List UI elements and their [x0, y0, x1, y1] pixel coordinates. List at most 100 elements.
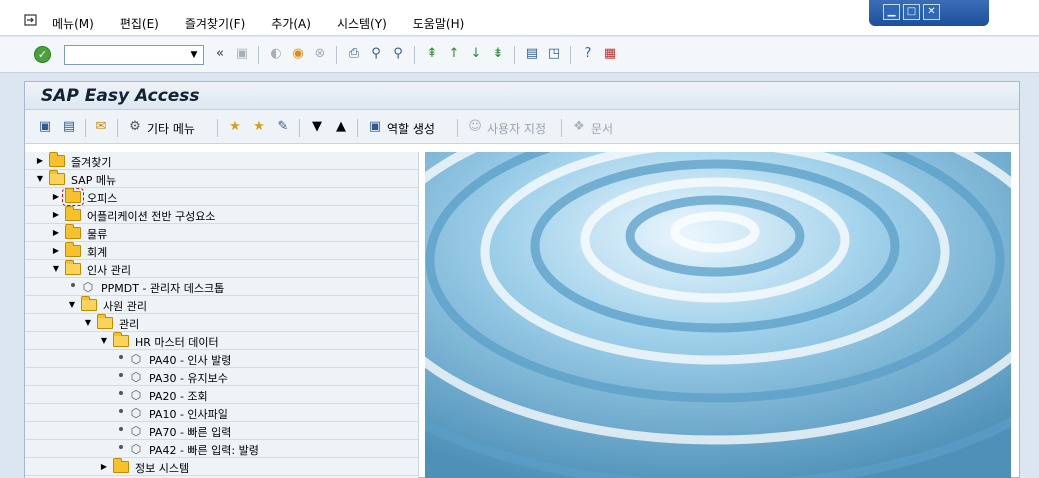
tree-transaction-node[interactable]: ⬡ PA20 - 조회 [25, 386, 418, 404]
tree-transaction-node[interactable]: ⬡ PA10 - 인사파일 [25, 404, 418, 422]
tree-folder-node[interactable]: ▶ 즐겨찾기 [25, 152, 418, 170]
new-session-icon[interactable]: ▤ [524, 46, 540, 62]
user-menu-icon[interactable]: ▣ [37, 119, 53, 135]
toolbar-separator [299, 119, 300, 137]
next-page-icon[interactable]: ↓ [468, 46, 484, 62]
toolbar-separator [357, 119, 358, 137]
other-menu-icon[interactable]: ⚙ [127, 119, 143, 135]
assign-user-icon[interactable]: ☺ [467, 119, 483, 135]
last-page-icon[interactable]: ⇟ [490, 46, 506, 62]
print-icon[interactable]: ⎙ [346, 46, 362, 62]
move-down-icon[interactable]: ▼ [309, 119, 325, 135]
collapse-arrow-icon[interactable]: ▼ [67, 299, 77, 311]
tree-node-label: PPMDT - 관리자 데스크톱 [101, 282, 225, 295]
collapse-arrow-icon[interactable]: ▼ [51, 263, 61, 275]
tree-folder-node[interactable]: ▶ 정보 시스템 [25, 458, 418, 476]
tree-node-label: 관리 [119, 318, 140, 331]
tree-transaction-node[interactable]: ⬡ PA40 - 인사 발령 [25, 350, 418, 368]
cancel-icon[interactable]: ⊗ [312, 46, 328, 62]
tree-folder-node[interactable]: ▶ 오피스 [25, 188, 418, 206]
exit-icon[interactable]: ◉ [290, 46, 306, 62]
toolbar-separator [117, 119, 118, 137]
collapse-icon[interactable]: « [212, 46, 228, 62]
delete-favorite-icon[interactable]: ★ [251, 119, 267, 135]
help-icon[interactable]: ? [580, 46, 596, 62]
business-workplace-icon[interactable]: ✉ [93, 119, 109, 135]
tree-node-label: PA70 - 빠른 입력 [149, 426, 232, 439]
menu-item-2[interactable]: 즐겨찾기(F) [185, 15, 245, 32]
tree-node-label: 사원 관리 [103, 300, 147, 313]
save-icon[interactable]: ▣ [234, 46, 250, 62]
other-menu-button[interactable]: 기타 메뉴 [147, 120, 195, 137]
expand-arrow-icon[interactable]: ▶ [35, 155, 45, 167]
minimize-button[interactable]: ▁ [883, 4, 900, 20]
tree-folder-node[interactable]: ▼ 사원 관리 [25, 296, 418, 314]
folder-icon [113, 458, 129, 473]
enter-icon[interactable]: ✓ [34, 46, 51, 63]
page-title: SAP Easy Access [41, 86, 200, 106]
tree-folder-node[interactable]: ▼ 관리 [25, 314, 418, 332]
expand-arrow-icon[interactable]: ▶ [99, 461, 109, 473]
bullet-icon [119, 445, 123, 449]
add-favorite-icon[interactable]: ★ [227, 119, 243, 135]
easy-access-frame: SAP Easy Access ▣ ▤ ✉ ⚙ 기타 메뉴 ★ ★ ✎ ▼ ▲ … [24, 81, 1020, 478]
menu-item-1[interactable]: 편집(E) [120, 15, 159, 32]
layout-icon[interactable]: ▦ [602, 46, 618, 62]
chevron-down-icon[interactable]: ▼ [187, 48, 201, 62]
find-next-icon[interactable]: ⚲ [390, 46, 406, 62]
tree-folder-node[interactable]: ▼ HR 마스터 데이터 [25, 332, 418, 350]
back-icon[interactable]: ◐ [268, 46, 284, 62]
expand-arrow-icon[interactable]: ▶ [51, 245, 61, 257]
menu-item-4[interactable]: 시스템(Y) [337, 15, 387, 32]
tree-transaction-node[interactable]: ⬡ PA70 - 빠른 입력 [25, 422, 418, 440]
toolbar-separator [514, 46, 515, 64]
toolbar-separator [561, 119, 562, 137]
documentation-button[interactable]: 문서 [591, 120, 613, 137]
toolbar-separator [85, 119, 86, 137]
command-field[interactable]: ▼ [64, 45, 204, 65]
edit-favorite-icon[interactable]: ✎ [275, 119, 291, 135]
first-page-icon[interactable]: ⇞ [424, 46, 440, 62]
close-button[interactable]: ✕ [923, 4, 940, 20]
tree-folder-node[interactable]: ▶ 물류 [25, 224, 418, 242]
menu-item-3[interactable]: 추가(A) [271, 15, 311, 32]
tree-node-label: 어플리케이션 전반 구성요소 [87, 210, 216, 223]
tree-folder-node[interactable]: ▼ 인사 관리 [25, 260, 418, 278]
tree-node-label: PA20 - 조회 [149, 390, 208, 403]
create-role-button[interactable]: 역할 생성 [387, 120, 435, 137]
create-role-icon[interactable]: ▣ [367, 119, 383, 135]
window-controls: ▁ □ ✕ [869, 0, 989, 26]
bullet-icon [119, 409, 123, 413]
documentation-icon[interactable]: ❖ [571, 119, 587, 135]
folder-icon [49, 152, 65, 167]
transaction-cube-icon: ⬡ [130, 442, 142, 456]
menu-item-5[interactable]: 도움말(H) [413, 15, 465, 32]
transaction-cube-icon: ⬡ [130, 388, 142, 402]
maximize-button[interactable]: □ [903, 4, 920, 20]
sap-menu-icon[interactable]: ▤ [61, 119, 77, 135]
find-icon[interactable]: ⚲ [368, 46, 384, 62]
folder-icon [65, 242, 81, 257]
collapse-arrow-icon[interactable]: ▼ [83, 317, 93, 329]
tree-folder-node[interactable]: ▶ 회계 [25, 242, 418, 260]
tree-node-label: PA10 - 인사파일 [149, 408, 228, 421]
expand-arrow-icon[interactable]: ▶ [51, 191, 61, 203]
tree-transaction-node[interactable]: ⬡ PA30 - 유지보수 [25, 368, 418, 386]
shortcut-icon[interactable]: ◳ [546, 46, 562, 62]
toolbar-separator [457, 119, 458, 137]
tree-transaction-node[interactable]: ⬡ PPMDT - 관리자 데스크톱 [25, 278, 418, 296]
move-up-icon[interactable]: ▲ [333, 119, 349, 135]
prev-page-icon[interactable]: ↑ [446, 46, 462, 62]
tree-transaction-node[interactable]: ⬡ PA42 - 빠른 입력: 발령 [25, 440, 418, 458]
bullet-icon [119, 373, 123, 377]
expand-arrow-icon[interactable]: ▶ [51, 227, 61, 239]
collapse-arrow-icon[interactable]: ▼ [99, 335, 109, 347]
tree-folder-node[interactable]: ▼ SAP 메뉴 [25, 170, 418, 188]
system-menu-icon[interactable] [24, 14, 38, 26]
tree-node-label: 회계 [87, 246, 108, 259]
menu-item-0[interactable]: 메뉴(M) [52, 15, 94, 32]
tree-folder-node[interactable]: ▶ 어플리케이션 전반 구성요소 [25, 206, 418, 224]
collapse-arrow-icon[interactable]: ▼ [35, 173, 45, 185]
assign-user-button[interactable]: 사용자 지정 [487, 120, 546, 137]
expand-arrow-icon[interactable]: ▶ [51, 209, 61, 221]
